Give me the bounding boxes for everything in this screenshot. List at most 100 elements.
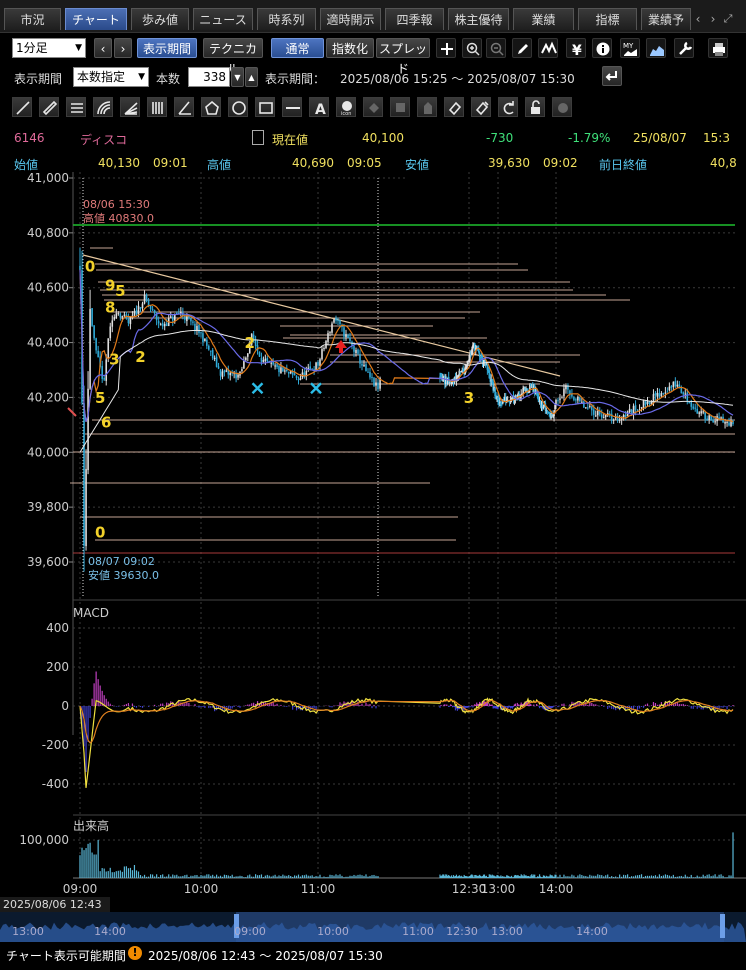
candle-body [127,318,130,324]
eraser-tool-button[interactable] [444,97,464,117]
spread-mode-button[interactable]: スプレッド [376,38,430,76]
candle-body [254,340,257,346]
display-period-button[interactable]: 表示期間 [137,38,197,58]
plus-button[interactable] [436,38,456,58]
technical-button[interactable]: テクニカル [203,38,263,76]
candle-body [299,377,302,380]
tab-3[interactable]: ニュース [193,8,253,30]
return-button[interactable] [602,66,622,86]
vlines-tool-button[interactable] [147,97,167,117]
candle-body [147,300,150,306]
high-marker-label: 高値 40830.0 [83,211,154,225]
tab-10[interactable]: 業績予 [641,8,691,30]
wave-label: 2 [135,348,145,366]
navigator-tick-label: 09:00 [234,925,266,938]
stamp-tool-button[interactable]: icon [336,97,356,117]
tab-9[interactable]: 指標 [578,8,637,30]
hand-tool-icon [424,102,432,114]
copy-tool-button[interactable] [390,97,410,117]
fib-tool-button[interactable] [93,97,113,117]
prev-button[interactable]: ‹ [94,38,112,58]
period-mode-select[interactable]: 本数指定 ▼ [73,67,149,87]
index-mode-button[interactable]: 指数化 [326,38,374,58]
lock-tool-button[interactable] [525,97,545,117]
candle-body [579,397,581,402]
stock-chart[interactable]: 41,000 40,800 40,600 40,400 40,200 40,000 39,8… [0,172,746,912]
candle-body [282,367,284,372]
info-button[interactable] [592,38,612,58]
count-down-button[interactable]: ▼ [231,67,244,87]
hand-tool-button[interactable] [417,97,437,117]
navigator-tick-label: 14:00 [94,925,126,938]
hlines-tool-icon [71,103,83,113]
zoom-in-button[interactable] [462,38,482,58]
candle-body [573,397,575,401]
settings-tool-button[interactable] [552,97,572,117]
candle-body [91,308,93,326]
ruler-tool-button[interactable] [39,97,59,117]
fan-tool-button[interactable] [120,97,140,117]
print-button[interactable] [708,38,728,58]
count-label: 本数 [156,72,181,86]
tab-7[interactable]: 株主優待 [448,8,509,30]
candle-body [656,392,659,397]
candle-body [646,401,649,405]
rect-tool-button[interactable] [255,97,275,117]
zoom-out-button[interactable] [486,38,506,58]
text-tool-button[interactable]: A [309,97,329,117]
next-button[interactable]: › [114,38,132,58]
candle-body [157,321,160,324]
candle-body [217,366,220,369]
count-input[interactable]: 338 [188,67,230,87]
candle-body [79,265,81,270]
tab-5[interactable]: 適時開示 [320,8,381,30]
document-icon[interactable] [252,130,264,145]
fan-tool-icon [124,102,138,115]
hline-tool-button[interactable] [282,97,302,117]
dropdown-icon: ▼ [138,72,145,82]
hlines-tool-button[interactable] [66,97,86,117]
candle-body [206,339,208,346]
wave-button[interactable] [538,38,558,58]
lock-tool-icon [531,100,540,114]
move-tool-button[interactable] [363,97,383,117]
tab-8[interactable]: 業績 [513,8,574,30]
yen-button[interactable]: ¥ [566,38,586,58]
angle-tool-button[interactable] [174,97,194,117]
candle-body [284,370,286,372]
dropdown-icon: ▼ [75,43,82,53]
tab-4[interactable]: 時系列 [257,8,316,30]
tab-0[interactable]: 市況 [4,8,61,30]
circle-tool-button[interactable] [228,97,248,117]
area-chart-button[interactable] [646,38,666,58]
low-marker-time: 08/07 09:02 [88,555,155,568]
candle-body [644,401,647,406]
tab-next-icon[interactable]: › [707,10,719,28]
candle-body [113,317,116,320]
tab-6[interactable]: 四季報 [385,8,444,30]
tab-2[interactable]: 歩み値 [131,8,189,30]
tab-1[interactable]: チャート [65,8,127,30]
count-up-button[interactable]: ▲ [245,67,258,87]
candle-body [117,313,120,315]
pencil-button[interactable] [512,38,532,58]
candle-body [714,421,716,423]
pentagon-tool-button[interactable] [201,97,221,117]
erase-all-tool-button[interactable] [471,97,491,117]
low-marker-label: 安値 39630.0 [88,568,159,582]
candle-body [587,407,589,409]
tab-prev-icon[interactable]: ‹ [692,10,704,28]
my-button[interactable]: MY [620,38,640,58]
expand-icon[interactable]: ⤢ [722,10,734,28]
stock-code: 6146 [14,131,45,145]
candle-body [600,414,603,418]
candle-body [101,366,103,379]
candle-body [349,337,351,342]
wrench-button[interactable] [674,38,694,58]
undo-tool-button[interactable] [498,97,518,117]
normal-mode-button[interactable]: 通常 [271,38,324,58]
navigator-scrollbar[interactable]: 13:00 14:00 09:00 10:00 11:00 12:30 13:00 14:00 [0,912,746,942]
line-tool-button[interactable] [12,97,32,117]
candle-body [592,409,595,415]
interval-select[interactable]: 1分足 ▼ [12,38,86,58]
